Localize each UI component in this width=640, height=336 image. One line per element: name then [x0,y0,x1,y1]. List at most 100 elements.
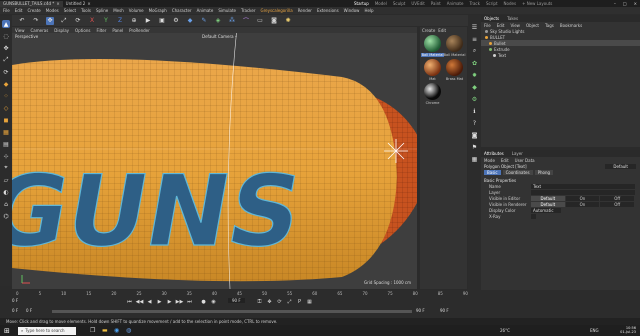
polygons-mode-icon[interactable]: ◼ [2,116,10,124]
help-icon[interactable]: ? [471,119,479,127]
windows-icon[interactable]: ⊞ [4,327,10,335]
cinema4d-icon[interactable]: ◍ [126,327,131,334]
max-frame-field[interactable]: 90 F [416,308,425,313]
option-on[interactable]: On [565,201,601,207]
viewport[interactable]: GUNS View Cameras Display Options Filter… [12,27,417,289]
objects-icon[interactable]: ☰ [471,23,479,31]
clock[interactable]: 10:56 01-Jul-23 [620,326,636,334]
scale-icon[interactable]: ⤢ [2,56,10,64]
obj-menu-file[interactable]: File [484,23,491,28]
texture-mode-icon[interactable]: ▤ [2,140,10,148]
search-icon[interactable]: ⌕ [471,47,479,55]
language-indicator[interactable]: ENG [590,328,599,333]
current-frame-field[interactable]: 0 F [12,298,18,303]
attr-menu-userdata[interactable]: User Data [515,158,535,163]
menu-simulate[interactable]: Simulate [218,8,236,13]
render-settings-icon[interactable]: ⚙ [172,17,180,25]
floor-icon[interactable]: ▭ [256,17,264,25]
go-to-end-icon[interactable]: ⏭ [186,298,193,305]
param-key-icon[interactable]: P [296,298,303,305]
end-range-field[interactable]: 90 F [440,308,449,313]
grid-icon[interactable]: ▦ [471,155,479,163]
snap-icon[interactable]: ⌖ [2,164,10,172]
vp-menu-view[interactable]: View [15,28,25,33]
render-view-icon[interactable]: ▶ [144,17,152,25]
coordinates-button[interactable]: Coordinates [502,170,533,175]
layout-nodes[interactable]: Nodes [504,1,517,6]
record-icon[interactable]: ● [200,298,207,305]
tab-objects[interactable]: Objects [484,16,499,21]
browser-icon[interactable]: ◉ [114,327,119,334]
obj-menu-object[interactable]: Object [526,23,539,28]
mat-menu-create[interactable]: Create [422,28,435,33]
obj-menu-bookmarks[interactable]: Bookmarks [560,23,582,28]
layout-sculpt[interactable]: Sculpt [393,1,406,6]
new-layouts-button[interactable]: + New Layouts [522,1,552,6]
light-icon[interactable]: ✺ [284,17,292,25]
menu-animate[interactable]: Animate [197,8,214,13]
task-view-icon[interactable]: ❐ [90,327,95,334]
subdivision-icon[interactable]: ◈ [214,17,222,25]
material-swatch[interactable]: Ball Material [444,35,465,57]
vp-menu-filter[interactable]: Filter [96,28,106,33]
layout-paint[interactable]: Paint [431,1,441,6]
settings-icon[interactable]: ⚙ [471,95,479,103]
motion-icon[interactable]: ✥ [266,298,273,305]
minimize-icon[interactable]: – [614,1,616,6]
material-swatch[interactable]: Chrome [423,83,442,105]
layout-model[interactable]: Model [375,1,387,6]
document-tab[interactable]: GUNSBULLET_TAILS.c4d * × [0,0,63,7]
live-selection-icon[interactable]: ◌ [2,32,10,40]
lock-icon[interactable]: ⌂ [2,200,10,208]
go-to-start-icon[interactable]: ⏮ [126,298,133,305]
sculpt-icon[interactable]: ⌬ [2,212,10,220]
world-coords-icon[interactable]: ⊕ [130,17,138,25]
layout-startup[interactable]: Startup [354,1,369,6]
option-on[interactable]: On [565,195,601,201]
x-axis-icon[interactable]: X [88,17,96,25]
option-off[interactable]: Off [600,195,636,201]
move-tool-icon[interactable]: ✥ [46,16,54,25]
cube-icon[interactable]: ◆ [186,17,194,25]
tab-attributes[interactable]: Attributes [484,151,504,156]
tab-layer[interactable]: Layer [512,151,523,156]
edges-mode-icon[interactable]: ◇ [2,104,10,112]
vp-menu-display[interactable]: Display [54,28,69,33]
menu-modes[interactable]: Modes [46,8,59,13]
y-axis-icon[interactable]: Y [102,17,110,25]
rotation-key-icon[interactable]: ⟳ [276,298,283,305]
file-explorer-icon[interactable]: ▬ [102,327,108,334]
preset-select[interactable]: Default [605,163,636,169]
vp-menu-panel[interactable]: Panel [112,28,123,33]
phong-button[interactable]: Phong [534,170,554,175]
scale-tool-icon[interactable]: ⤢ [60,17,68,25]
obj-menu-edit[interactable]: Edit [497,23,505,28]
select-icon[interactable]: ▲ [2,20,10,28]
redo-icon[interactable]: ↷ [32,17,40,25]
next-key-icon[interactable]: ▶▶ [176,298,184,305]
obj-menu-view[interactable]: View [510,23,520,28]
menu-file[interactable]: File [3,8,10,13]
menu-character[interactable]: Character [172,8,192,13]
flag-icon[interactable]: ⚑ [471,143,479,151]
layout-script[interactable]: Script [486,1,498,6]
menu-select[interactable]: Select [64,8,76,13]
close-window-icon[interactable]: × [634,1,637,6]
play-icon[interactable]: ▶ [156,298,163,305]
tab-takes[interactable]: Takes [507,16,518,21]
menu-create[interactable]: Create [27,8,40,13]
obj-menu-tags[interactable]: Tags [545,23,554,28]
option-default[interactable]: Default [531,201,566,207]
xray-checkbox[interactable] [531,213,536,219]
start-frame-field[interactable]: 0 F [26,308,32,313]
camera-view-icon[interactable]: ◙ [471,131,479,139]
undo-icon[interactable]: ↶ [18,17,26,25]
nodes-icon[interactable]: ✿ [471,59,479,67]
close-icon[interactable]: × [87,1,90,6]
camera-icon[interactable]: ◙ [270,17,278,25]
prev-key-icon[interactable]: ◀◀ [136,298,144,305]
mat-menu-edit[interactable]: Edit [438,28,446,33]
points-mode-icon[interactable]: ⁘ [2,92,10,100]
menu-help[interactable]: Help [364,8,373,13]
layout-uvedit[interactable]: UVEdit [411,1,424,6]
